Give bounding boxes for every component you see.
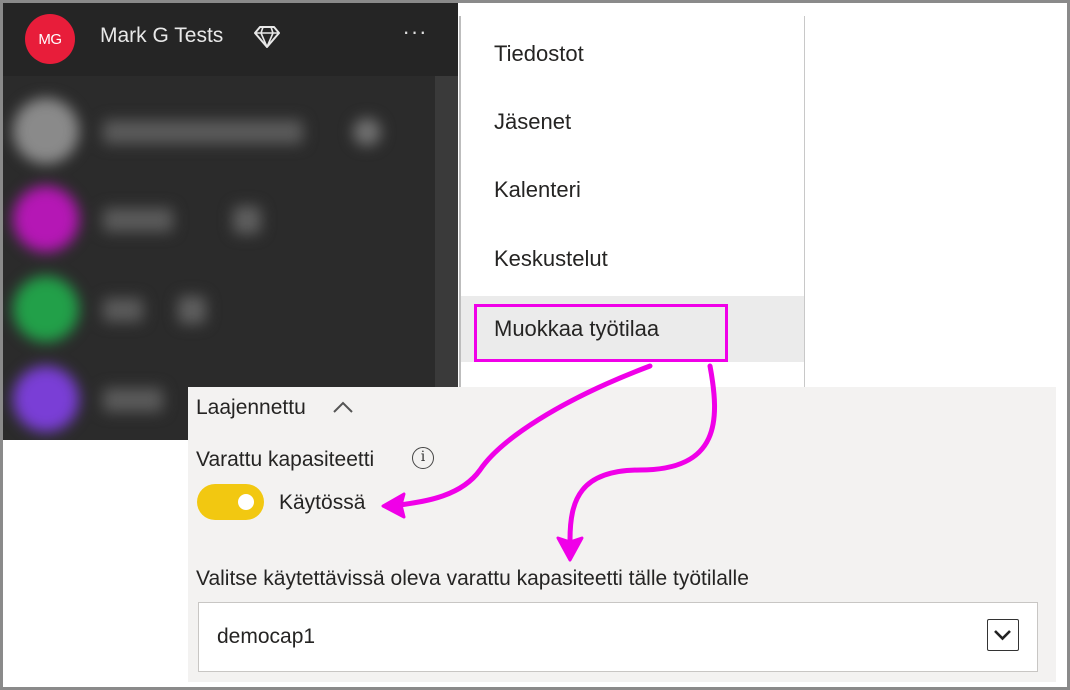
avatar[interactable]: MG	[25, 14, 75, 64]
menu-item-files[interactable]: Tiedostot	[461, 24, 804, 84]
list-item[interactable]	[13, 276, 433, 346]
capacity-select-value: democap1	[217, 625, 316, 648]
menu-item-conversations[interactable]: Keskustelut	[461, 229, 804, 289]
menu-item-calendar[interactable]: Kalenteri	[461, 160, 804, 220]
list-item[interactable]	[13, 186, 433, 256]
capacity-select-label: Valitse käytettävissä oleva varattu kapa…	[196, 567, 749, 590]
dedicated-capacity-toggle[interactable]	[197, 484, 264, 520]
chevron-down-icon	[994, 630, 1011, 641]
toggle-state-label: Käytössä	[279, 491, 366, 514]
info-icon[interactable]: i	[412, 447, 434, 469]
scrollbar[interactable]	[435, 76, 458, 440]
workspace-panel: MG Mark G Tests ···	[3, 3, 458, 440]
dropdown-button[interactable]	[987, 619, 1019, 651]
menu-item-members[interactable]: Jäsenet	[461, 92, 804, 152]
list-item[interactable]	[13, 98, 433, 168]
workspace-list-blurred	[3, 76, 458, 440]
diamond-icon	[254, 26, 280, 48]
workspace-settings-panel: Laajennettu Varattu kapasiteetti i Käytö…	[188, 387, 1056, 682]
more-options-button[interactable]: ···	[400, 21, 430, 51]
workspace-name[interactable]: Mark G Tests	[100, 24, 223, 48]
dedicated-capacity-label: Varattu kapasiteetti	[196, 448, 375, 471]
toggle-knob	[238, 494, 254, 510]
capacity-select[interactable]: democap1	[198, 602, 1038, 672]
workspace-header: MG Mark G Tests ···	[3, 3, 458, 76]
chevron-up-icon[interactable]	[331, 397, 355, 417]
advanced-section-label[interactable]: Laajennettu	[196, 396, 306, 420]
highlight-box	[474, 304, 728, 362]
